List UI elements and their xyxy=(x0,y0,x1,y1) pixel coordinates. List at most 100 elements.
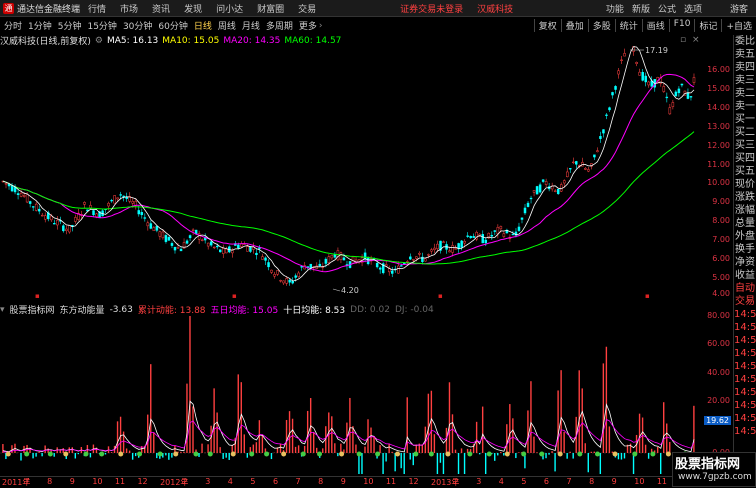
menu-hangqing[interactable]: 行情 xyxy=(88,2,106,15)
candle-body xyxy=(566,172,568,177)
login-notice[interactable]: 证券交易未登录 xyxy=(400,2,463,15)
signal-marker-icon xyxy=(595,452,600,457)
candle-body xyxy=(328,257,330,263)
more-arrow-icon[interactable]: › xyxy=(319,21,323,31)
candle-body xyxy=(443,242,445,243)
period-monthly[interactable]: 月线 xyxy=(242,19,260,32)
time-tick: 12 xyxy=(408,477,418,486)
ten-day-energy: 十日均能: 8.53 xyxy=(283,303,345,316)
indicator-tick: 60.00 xyxy=(707,339,730,348)
signal-marker-icon xyxy=(650,452,655,457)
period-weekly[interactable]: 周线 xyxy=(218,19,236,32)
quote-panel-item: 14:50 xyxy=(734,360,756,373)
indicator-bar xyxy=(213,388,214,453)
period-more[interactable]: 更多 xyxy=(299,19,317,32)
candle-body xyxy=(379,268,381,269)
tool-biaoji[interactable]: 标记 xyxy=(694,19,721,32)
menu-shichang[interactable]: 市场 xyxy=(120,2,138,15)
dj-value: DJ: -0.04 xyxy=(395,305,434,315)
tool-tongji[interactable]: 统计 xyxy=(615,19,642,32)
candle-body xyxy=(624,53,626,56)
candle-body xyxy=(261,257,263,260)
period-daily[interactable]: 日线 xyxy=(194,19,212,32)
tool-duogu[interactable]: 多股 xyxy=(588,19,615,32)
menu-xinban[interactable]: 新版 xyxy=(632,2,650,15)
period-1min[interactable]: 1分钟 xyxy=(28,19,52,32)
close-icon[interactable]: × xyxy=(692,35,700,45)
candle-body xyxy=(219,250,221,252)
candlestick-chart[interactable]: 17.19 4.20 ▪ ▪ ▪ ▪ xyxy=(0,46,703,300)
event-marker[interactable]: ▪ xyxy=(438,292,443,300)
menu-jiaoyi[interactable]: 交易 xyxy=(298,2,316,15)
tool-diejia[interactable]: 叠加 xyxy=(561,19,588,32)
candle-body xyxy=(642,72,644,80)
menu-gongshi[interactable]: 公式 xyxy=(658,2,676,15)
candle-body xyxy=(545,181,547,184)
period-60min[interactable]: 60分钟 xyxy=(158,19,187,32)
indicator-bar xyxy=(566,453,567,459)
candle-body xyxy=(503,234,505,237)
ma20-line xyxy=(3,74,694,271)
indicator-bar xyxy=(244,434,245,453)
indicator-bar xyxy=(533,437,534,453)
candle-body xyxy=(536,186,538,194)
candle-body xyxy=(310,264,312,268)
quote-panel-item: 换手 xyxy=(734,243,756,256)
menu-zixun[interactable]: 资讯 xyxy=(152,2,170,15)
event-marker[interactable]: ▪ xyxy=(232,292,237,300)
menu-faxian[interactable]: 发现 xyxy=(184,2,202,15)
indicator-bar xyxy=(120,417,121,453)
signal-marker-icon xyxy=(613,452,618,457)
menu-gongneng[interactable]: 功能 xyxy=(606,2,624,15)
tool-zixuan[interactable]: +自选 xyxy=(721,19,756,32)
indicator-bar xyxy=(400,453,401,468)
signal-marker-icon xyxy=(375,452,380,457)
candle-body xyxy=(376,263,378,267)
indicator-bar xyxy=(219,447,220,453)
dropdown-icon[interactable]: ▾ xyxy=(0,305,5,315)
period-15min[interactable]: 15分钟 xyxy=(87,19,116,32)
indicator-bar xyxy=(35,453,36,457)
indicator-bar xyxy=(385,453,386,461)
tool-huaxian[interactable]: 画线 xyxy=(642,19,669,32)
settings-icon[interactable]: ⚙ xyxy=(95,36,103,46)
indicator-bar xyxy=(669,442,670,453)
candle-body xyxy=(44,216,46,220)
indicator-bar xyxy=(621,453,622,460)
indicator-bar xyxy=(11,445,12,453)
indicator-bar xyxy=(126,448,127,453)
indicator-bar xyxy=(156,453,157,458)
period-multi[interactable]: 多周期 xyxy=(266,19,293,32)
menu-wenxiaoda[interactable]: 问小达 xyxy=(216,2,243,15)
candle-body xyxy=(237,245,239,248)
candle-body xyxy=(246,247,248,252)
watermark-title: 股票指标网 xyxy=(673,453,755,472)
candle-body xyxy=(467,236,469,237)
time-axis: 2011年7891011122012年234567891011122013年23… xyxy=(0,476,703,487)
event-marker[interactable]: ▪ xyxy=(35,292,40,300)
menu-xuanxiang[interactable]: 选项 xyxy=(684,2,702,15)
indicator-bar xyxy=(518,452,519,453)
menu-caifuquan[interactable]: 财富圈 xyxy=(257,2,284,15)
candle-body xyxy=(690,96,692,97)
period-30min[interactable]: 30分钟 xyxy=(123,19,152,32)
tool-f10[interactable]: F10 xyxy=(669,19,695,32)
window-control-icon[interactable]: ▫ xyxy=(680,35,686,45)
candle-body xyxy=(437,244,439,249)
tool-fuquan[interactable]: 复权 xyxy=(534,19,561,32)
period-fenshi[interactable]: 分时 xyxy=(4,19,22,32)
indicator-bar xyxy=(229,453,230,460)
indicator-bar xyxy=(253,445,254,453)
user-label[interactable]: 游客 xyxy=(730,2,748,15)
candle-body xyxy=(340,253,342,260)
candle-body xyxy=(563,181,565,183)
candle-body xyxy=(171,243,173,245)
period-5min[interactable]: 5分钟 xyxy=(58,19,82,32)
indicator-name[interactable]: 东方动能量 xyxy=(60,303,105,316)
signal-marker-icon xyxy=(249,452,254,457)
indicator-chart[interactable] xyxy=(0,316,703,474)
indicator-bar xyxy=(503,453,504,456)
candle-body xyxy=(207,243,209,246)
event-marker[interactable]: ▪ xyxy=(645,292,650,300)
candle-body xyxy=(222,248,224,253)
